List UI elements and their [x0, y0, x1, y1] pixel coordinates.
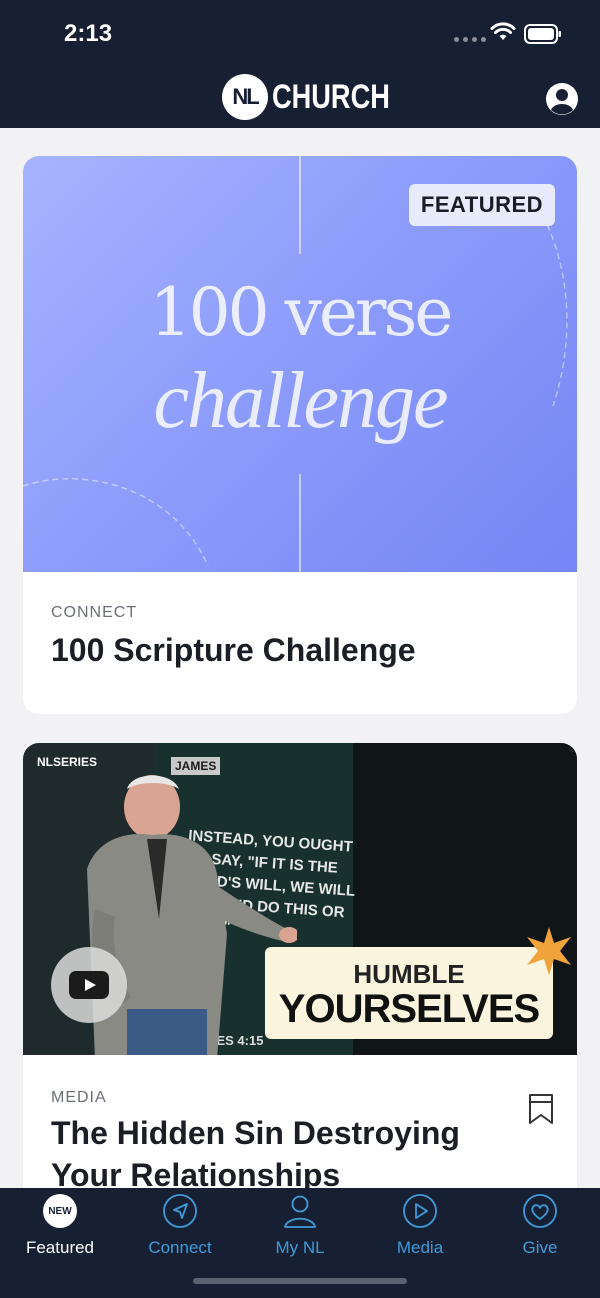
top-bar: 2:13 NL CHURCH — [0, 0, 600, 128]
sermon-title-overlay: HUMBLE YOURSELVES — [265, 947, 553, 1039]
wifi-icon — [490, 22, 516, 40]
decorative-arc-right — [542, 216, 568, 406]
card-title-line1: The Hidden Sin Destroying — [51, 1115, 460, 1151]
featured-badge: FEATURED — [409, 184, 555, 226]
heart-icon — [523, 1194, 557, 1228]
starburst-icon — [527, 927, 571, 975]
app-screen: 2:13 NL CHURCH 100 verse challenge FEATU… — [0, 0, 600, 1298]
card-hero-image: 100 verse challenge FEATURED — [23, 156, 577, 572]
tab-give[interactable]: Give — [480, 1194, 600, 1258]
tab-media[interactable]: Media — [360, 1194, 480, 1258]
tab-label: Connect — [148, 1238, 212, 1257]
hero-title-line1: 100 verse — [149, 274, 454, 351]
featured-card[interactable]: 100 verse challenge FEATURED CONNECT 100… — [23, 156, 577, 714]
media-card[interactable]: NLSERIES JAMES INSTEAD, YOU OUGHT TO SAY… — [23, 743, 577, 1243]
status-time: 2:13 — [64, 20, 113, 47]
profile-icon[interactable] — [545, 82, 579, 116]
person-icon — [284, 1195, 316, 1228]
card-title: 100 Scripture Challenge — [51, 632, 416, 668]
tab-connect[interactable]: Connect — [120, 1194, 240, 1258]
bookmark-icon[interactable] — [528, 1093, 554, 1125]
play-icon — [403, 1194, 437, 1228]
overlay-line1: HUMBLE — [353, 959, 465, 989]
tab-label: Featured — [25, 1238, 95, 1257]
new-badge: NEW — [43, 1194, 77, 1228]
battery-icon — [524, 24, 561, 44]
play-video-button[interactable] — [51, 947, 127, 1023]
tab-label: My NL — [275, 1238, 325, 1257]
tab-my-nl[interactable]: My NL — [240, 1194, 360, 1258]
tab-label: Give — [522, 1238, 558, 1257]
hero-title-line2: challenge — [153, 357, 449, 445]
card-category: CONNECT — [51, 604, 138, 621]
nl-church-logo[interactable]: NL CHURCH — [222, 74, 419, 120]
home-indicator[interactable] — [193, 1278, 407, 1284]
overlay-line2: YOURSELVES — [278, 987, 540, 1031]
tab-featured[interactable]: NEW Featured — [0, 1194, 120, 1258]
cellular-signal-icon — [454, 37, 486, 42]
card-category: MEDIA — [51, 1089, 107, 1106]
decorative-arc — [23, 478, 209, 567]
logo-text: CHURCH — [272, 77, 390, 116]
video-thumbnail: NLSERIES JAMES INSTEAD, YOU OUGHT TO SAY… — [23, 743, 577, 1055]
navigation-arrow-icon — [163, 1194, 197, 1228]
tab-label: Media — [396, 1238, 444, 1257]
youtube-play-icon — [69, 971, 109, 999]
logo-badge: NL — [222, 74, 268, 120]
